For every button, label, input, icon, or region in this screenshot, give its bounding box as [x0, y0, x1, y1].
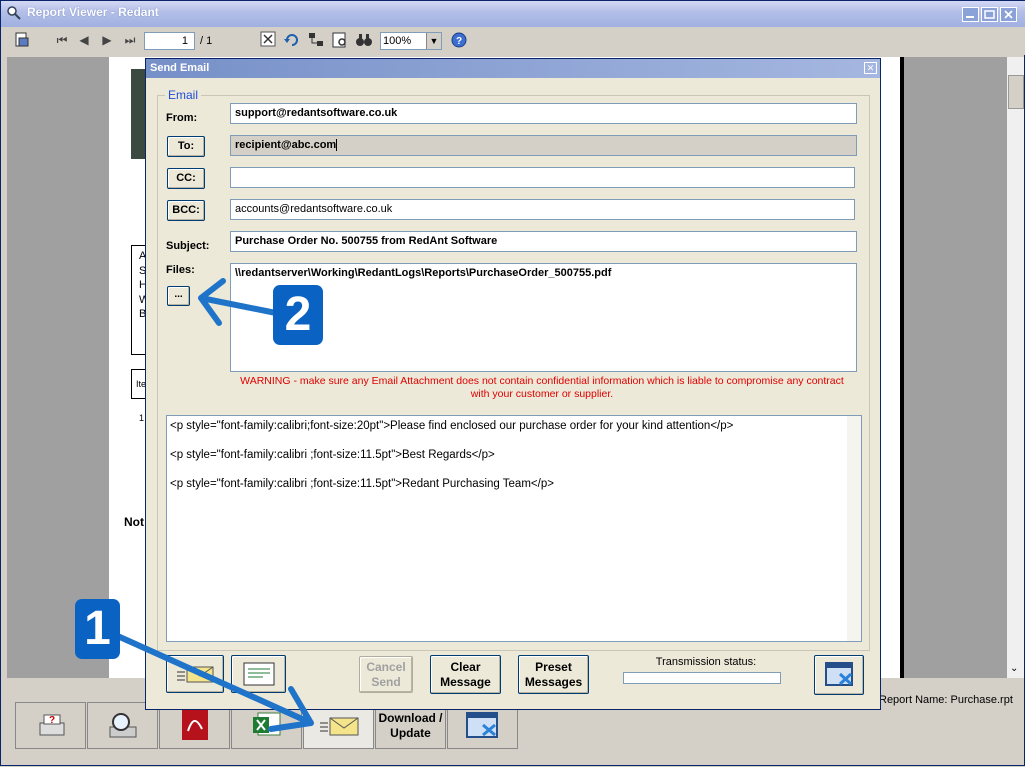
arrow-to-email-button [108, 630, 314, 732]
arrow-to-browse-button [198, 278, 279, 326]
report-viewer-window: Report Viewer - Redant ⏮ ◀ ▶ ⏭ 1 / 1 100… [0, 0, 1025, 766]
annotation-arrows [108, 278, 314, 732]
annotation-badge-2: 2 [273, 285, 323, 345]
annotation-badge-1: 1 [75, 599, 120, 659]
